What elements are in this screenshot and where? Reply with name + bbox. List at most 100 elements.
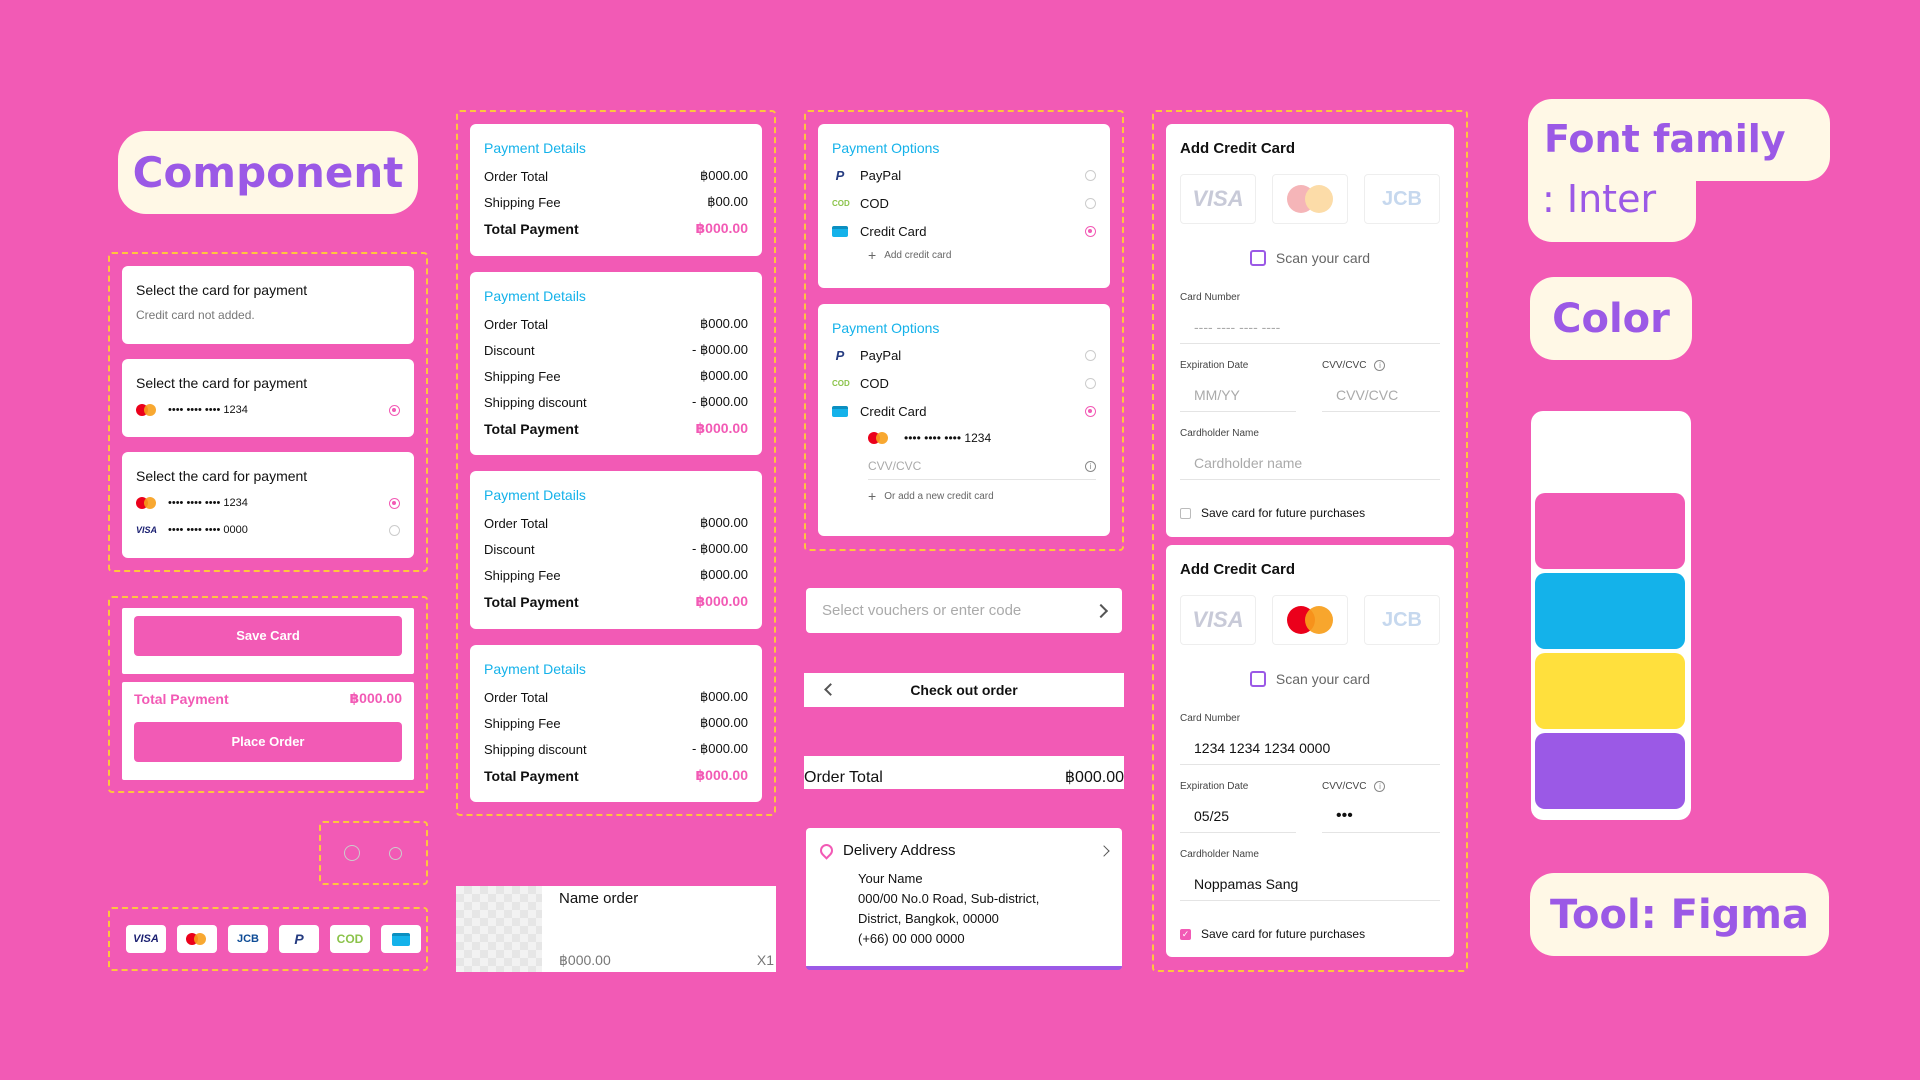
- save-card-label: Save card for future purchases: [1201, 506, 1366, 520]
- expiry-input[interactable]: MM/YY: [1180, 378, 1296, 412]
- add-card-title: Add Credit Card: [1180, 140, 1296, 157]
- cvv-input[interactable]: •••: [1322, 799, 1440, 833]
- card-mask: •••• •••• •••• 1234: [168, 497, 248, 509]
- font-family-heading: Font family : Inter: [1528, 99, 1830, 242]
- option-cod[interactable]: COD COD: [832, 376, 1096, 391]
- shipping-discount-value: - ฿000.00: [692, 394, 748, 409]
- mastercard-logo-selected[interactable]: [1272, 595, 1348, 645]
- option-radio[interactable]: [1085, 350, 1096, 361]
- expiry-input[interactable]: 05/25: [1180, 799, 1296, 833]
- option-radio[interactable]: [1085, 378, 1096, 389]
- option-label: PayPal: [860, 168, 902, 183]
- order-total-value: ฿000.00: [699, 316, 748, 331]
- payment-details-card-4: Payment Details Order Total ฿000.00 Shipp…: [470, 645, 762, 802]
- order-total-bar: Order Total ฿000.00: [804, 756, 1124, 789]
- shipping-discount-label: Shipping discount: [484, 394, 587, 410]
- card-number-input[interactable]: 1234 1234 1234 0000: [1180, 731, 1440, 765]
- cardholder-input[interactable]: Cardholder name: [1180, 446, 1440, 480]
- scan-card-button[interactable]: Scan your card: [1166, 250, 1454, 266]
- card-radio[interactable]: [389, 524, 400, 536]
- payment-options-title: Payment Options: [832, 140, 940, 156]
- address-line-2: District, Bangkok, 00000: [858, 911, 999, 926]
- swatch-purple: [1535, 733, 1685, 809]
- scan-card-button[interactable]: Scan your card: [1166, 671, 1454, 687]
- checkbox-checked[interactable]: ✓: [1180, 928, 1191, 940]
- info-icon: i: [1085, 460, 1096, 472]
- chevron-right-icon: [1098, 844, 1110, 857]
- order-total-label: Order Total: [484, 689, 549, 705]
- option-credit-card[interactable]: Credit Card: [832, 224, 1096, 239]
- total-payment-label: Total Payment: [484, 420, 579, 437]
- discount-value: - ฿000.00: [692, 342, 748, 357]
- mastercard-logo[interactable]: [1272, 174, 1348, 224]
- option-credit-card[interactable]: Credit Card: [832, 404, 1096, 419]
- option-cod[interactable]: COD COD: [832, 196, 1096, 211]
- product-thumbnail: [456, 886, 542, 972]
- component-heading: Component: [118, 131, 418, 214]
- card-radio-selected[interactable]: [389, 497, 400, 509]
- add-credit-card-link[interactable]: + Add credit card: [868, 247, 1096, 263]
- option-radio-selected[interactable]: [1085, 406, 1096, 417]
- place-order-button[interactable]: Place Order: [134, 722, 402, 762]
- option-label: Credit Card: [860, 224, 927, 239]
- voucher-input[interactable]: Select vouchers or enter code: [806, 588, 1122, 633]
- mastercard-logo: [177, 925, 217, 953]
- color-palette: [1531, 411, 1691, 820]
- option-radio-selected[interactable]: [1085, 226, 1096, 237]
- visa-icon: VISA: [136, 525, 158, 535]
- order-total-value: ฿000.00: [699, 168, 748, 183]
- visa-logo[interactable]: VISA: [1180, 595, 1256, 645]
- discount-label: Discount: [484, 541, 535, 557]
- visa-logo[interactable]: VISA: [1180, 174, 1256, 224]
- card-number-input[interactable]: ---- ---- ---- ----: [1180, 310, 1440, 344]
- total-payment-label: Total Payment: [484, 593, 579, 610]
- back-arrow-icon[interactable]: [824, 683, 837, 696]
- paypal-icon: P: [835, 168, 845, 183]
- payment-details-card-2: Payment Details Order Total ฿000.00 Disco…: [470, 272, 762, 455]
- checkout-header: Check out order: [804, 673, 1124, 707]
- cod-icon: COD: [832, 379, 850, 388]
- color-heading: Color: [1530, 277, 1692, 360]
- save-card-checkbox[interactable]: ✓ Save card for future purchases: [1180, 927, 1365, 941]
- save-card-button[interactable]: Save Card: [134, 616, 402, 656]
- option-radio[interactable]: [1085, 170, 1096, 181]
- cvv-label: CVV/CVC i: [1322, 781, 1386, 792]
- cvv-input[interactable]: CVV/CVC: [1322, 378, 1440, 412]
- order-total-value: ฿000.00: [699, 515, 748, 530]
- save-card-label: Save card for future purchases: [1201, 927, 1366, 941]
- option-paypal[interactable]: P PayPal: [832, 168, 1096, 183]
- cardholder-input[interactable]: Noppamas Sang: [1180, 867, 1440, 901]
- option-paypal[interactable]: P PayPal: [832, 348, 1096, 363]
- saved-card-row[interactable]: •••• •••• •••• 1234: [868, 431, 1096, 445]
- card-radio-selected[interactable]: [389, 404, 400, 416]
- credit-card-logo: [381, 925, 421, 953]
- radio-unchecked-large[interactable]: [344, 845, 360, 861]
- add-new-card-link[interactable]: + Or add a new credit card: [868, 488, 1096, 504]
- swatch-yellow: [1535, 653, 1685, 729]
- cardholder-label: Cardholder Name: [1180, 849, 1259, 860]
- total-payment-value: ฿000.00: [695, 767, 748, 783]
- add-card-form-empty: Add Credit Card VISA JCB Scan your card …: [1166, 124, 1454, 537]
- delivery-address-card[interactable]: Delivery Address Your Name 000/00 No.0 R…: [806, 828, 1122, 970]
- product-name: Name order: [559, 890, 639, 907]
- cod-icon: COD: [832, 199, 850, 208]
- total-payment-label: Total Payment: [484, 767, 579, 784]
- save-card-checkbox[interactable]: Save card for future purchases: [1180, 506, 1365, 520]
- select-card-single[interactable]: Select the card for payment •••• •••• ••…: [122, 359, 414, 437]
- radio-unchecked-small[interactable]: [389, 847, 402, 860]
- recipient-name: Your Name: [858, 871, 923, 886]
- jcb-logo[interactable]: JCB: [1364, 595, 1440, 645]
- expiry-label: Expiration Date: [1180, 781, 1249, 792]
- plus-icon: +: [868, 488, 877, 504]
- name-order-item[interactable]: Name order ฿000.00 X1: [456, 886, 776, 972]
- info-icon: i: [1374, 781, 1386, 792]
- select-card-multi[interactable]: Select the card for payment •••• •••• ••…: [122, 452, 414, 558]
- jcb-logo[interactable]: JCB: [1364, 174, 1440, 224]
- select-card-empty[interactable]: Select the card for payment Credit card …: [122, 266, 414, 344]
- cvv-input[interactable]: CVV/CVC i: [868, 459, 1096, 480]
- mastercard-icon: [868, 431, 890, 445]
- tool-heading: Tool: Figma: [1530, 873, 1829, 956]
- save-card-panel: Save Card: [122, 608, 414, 674]
- option-radio[interactable]: [1085, 198, 1096, 209]
- option-label: PayPal: [860, 348, 902, 363]
